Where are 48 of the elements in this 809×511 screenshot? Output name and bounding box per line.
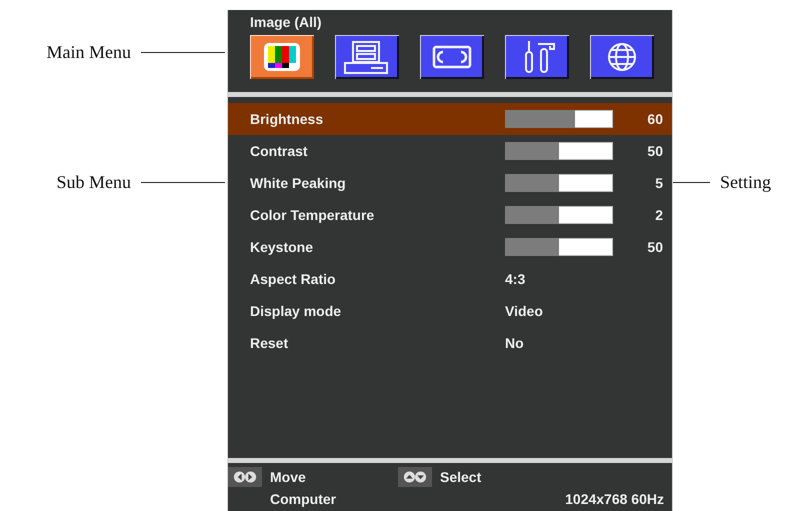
setting-value: 5 — [654, 175, 663, 191]
signal-resolution: 1024x768 60Hz — [565, 491, 664, 507]
menu-tab[interactable] — [590, 35, 654, 79]
menu-item[interactable]: Contrast 50 — [228, 135, 672, 167]
menu-item[interactable]: Keystone 50 — [228, 231, 672, 263]
setting-value: Video — [505, 303, 543, 319]
callout-label: Main Menu — [46, 42, 131, 63]
callout-label: Setting — [720, 172, 772, 193]
up-down-keys-icon — [398, 467, 432, 487]
callout-label: Sub Menu — [56, 172, 131, 193]
item-label: Aspect Ratio — [250, 271, 337, 287]
slider-track[interactable] — [505, 110, 613, 128]
menu-tab[interactable] — [505, 35, 569, 79]
menu-item[interactable]: White Peaking 5 — [228, 167, 672, 199]
item-label: Keystone — [250, 239, 314, 255]
menu-item[interactable]: Reset No — [228, 327, 672, 359]
slider-track[interactable] — [505, 206, 613, 224]
slider-track[interactable] — [505, 142, 613, 160]
item-label: Reset — [250, 335, 290, 351]
menu-item[interactable]: Color Temperature 2 — [228, 199, 672, 231]
setting-value: 2 — [654, 207, 663, 223]
setting-value: 50 — [646, 239, 663, 255]
input-source: Computer — [270, 491, 336, 507]
menu-tab[interactable] — [335, 35, 399, 79]
globe-icon — [608, 43, 636, 71]
menu-title: Image (All) — [250, 14, 323, 30]
setting-value: 60 — [646, 111, 663, 127]
item-label: Color Temperature — [250, 207, 376, 223]
menu-item[interactable]: Aspect Ratio 4:3 — [228, 263, 672, 295]
menu-tab[interactable] — [250, 35, 314, 79]
setting-value: 50 — [646, 143, 663, 159]
tools-icon — [525, 41, 555, 73]
setting-value: 4:3 — [505, 271, 526, 287]
setting-value: No — [505, 335, 524, 351]
menu-item[interactable]: Brightness 60 — [228, 103, 672, 135]
slider-track[interactable] — [505, 238, 613, 256]
key-hint-label: Move — [270, 469, 306, 485]
item-label: White Peaking — [250, 175, 347, 191]
key-hint-label: Select — [440, 469, 482, 485]
menu-tab[interactable] — [420, 35, 484, 79]
item-label: Contrast — [250, 143, 309, 159]
slider-track[interactable] — [505, 174, 613, 192]
item-label: Brightness — [250, 111, 324, 127]
videotape-icon — [432, 46, 472, 68]
item-label: Display mode — [250, 303, 342, 319]
color-bars-icon — [264, 43, 300, 71]
menu-item[interactable]: Display mode Video — [228, 295, 672, 327]
computer-icon — [344, 41, 388, 74]
